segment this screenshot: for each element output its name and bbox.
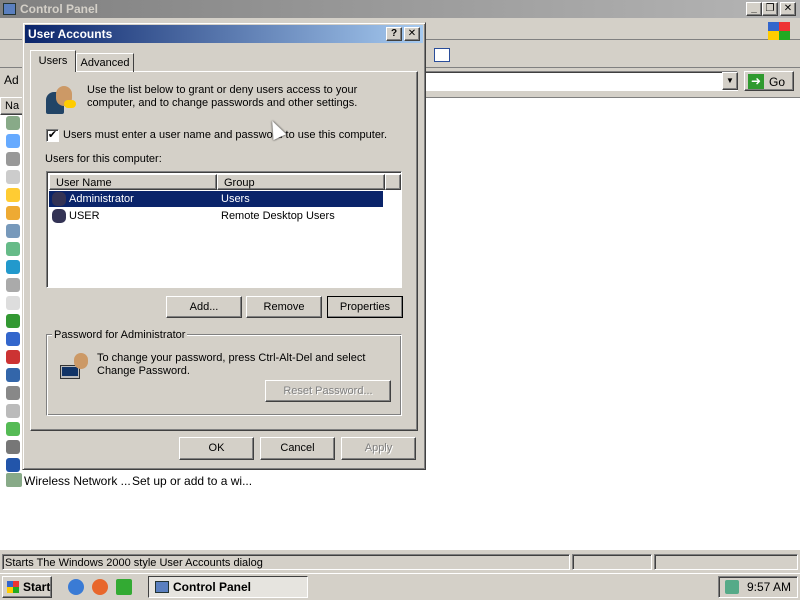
remove-button[interactable]: Remove (246, 296, 322, 318)
column-header-username[interactable]: User Name (49, 174, 217, 190)
must-login-checkbox[interactable]: ✔ (46, 129, 59, 142)
user-row-user[interactable]: USER Remote Desktop Users (49, 208, 383, 224)
applet-icon[interactable] (6, 188, 20, 202)
apply-button: Apply (341, 437, 416, 460)
applet-icon[interactable] (6, 260, 20, 274)
wireless-description: Set up or add to a wi... (132, 474, 253, 488)
applet-icon[interactable] (6, 278, 20, 292)
wireless-name: Wireless Network ... (24, 474, 131, 488)
column-header-filler (385, 174, 401, 190)
name-column-label: Na (5, 100, 20, 112)
user-name: Administrator (69, 193, 134, 205)
go-button[interactable]: ➜ Go (744, 71, 794, 91)
wireless-icon (6, 473, 22, 487)
restore-button[interactable]: ❐ (762, 2, 778, 16)
internet-explorer-icon[interactable] (68, 579, 84, 595)
windows-logo-icon (768, 22, 790, 40)
task-label: Control Panel (173, 580, 252, 594)
start-label: Start (23, 580, 51, 594)
applet-icon[interactable] (6, 332, 20, 346)
applet-icon[interactable] (6, 152, 20, 166)
applet-icon[interactable] (6, 134, 20, 148)
users-list-label: Users for this computer: (45, 153, 162, 165)
dialog-title: User Accounts (28, 27, 113, 41)
dialog-titlebar[interactable]: User Accounts (25, 25, 423, 43)
applet-icon[interactable] (6, 422, 20, 436)
start-button[interactable]: Start (2, 576, 52, 598)
network-tray-icon[interactable] (725, 580, 739, 594)
system-tray: 9:57 AM (718, 576, 798, 598)
cancel-button[interactable]: Cancel (260, 437, 335, 460)
applet-icon[interactable] (6, 368, 20, 382)
applet-icon[interactable] (6, 404, 20, 418)
properties-button[interactable]: Properties (327, 296, 403, 318)
show-desktop-icon[interactable] (116, 579, 132, 595)
must-login-label[interactable]: Users must enter a user name and passwor… (63, 129, 387, 141)
applet-icon[interactable] (6, 242, 20, 256)
clock[interactable]: 9:57 AM (747, 580, 791, 594)
views-icon[interactable] (434, 48, 450, 62)
firefox-icon[interactable] (92, 579, 108, 595)
applet-icon[interactable] (6, 458, 20, 472)
users-keys-icon (44, 84, 78, 116)
user-icon (52, 192, 66, 206)
help-button[interactable]: ? (386, 27, 402, 41)
windows-flag-icon (7, 581, 19, 593)
go-label: Go (769, 75, 786, 89)
close-button[interactable]: ✕ (780, 2, 796, 16)
users-list[interactable]: User Name Group (46, 171, 402, 288)
add-button[interactable]: Add... (166, 296, 242, 318)
status-text: Starts The Windows 2000 style User Accou… (2, 554, 570, 570)
window-title: Control Panel (20, 2, 99, 16)
user-group: Users (221, 193, 250, 205)
address-dropdown-button[interactable]: ▼ (722, 72, 738, 90)
applet-icon[interactable] (6, 116, 20, 130)
user-group: Remote Desktop Users (221, 210, 335, 222)
address-label: Ad (4, 73, 19, 87)
tab-users[interactable]: Users (30, 50, 76, 72)
control-panel-titlebar: Control Panel _ ❐ ✕ (0, 0, 800, 18)
password-instructions: To change your password, press Ctrl-Alt-… (97, 352, 366, 377)
wireless-network-item[interactable]: Wireless Network ... Set up or add to a … (4, 473, 264, 489)
reset-password-button: Reset Password... (265, 380, 391, 402)
tab-advanced[interactable]: Advanced (76, 53, 134, 72)
applet-icon[interactable] (6, 224, 20, 238)
user-name: USER (69, 210, 100, 222)
applet-icon[interactable] (6, 440, 20, 454)
applet-icon[interactable] (6, 386, 20, 400)
control-panel-icon (3, 3, 16, 15)
dialog-close-button[interactable]: ✕ (404, 27, 420, 41)
applet-icon[interactable] (6, 206, 20, 220)
ok-button[interactable]: OK (179, 437, 254, 460)
applet-icon-column (2, 114, 24, 474)
user-icon (52, 209, 66, 223)
applet-icon[interactable] (6, 296, 20, 310)
status-cell (572, 554, 652, 570)
column-header-group[interactable]: Group (217, 174, 385, 190)
status-cell (654, 554, 798, 570)
taskbar-control-panel-button[interactable]: Control Panel (148, 576, 308, 598)
applet-icon[interactable] (6, 350, 20, 364)
applet-icon[interactable] (6, 314, 20, 328)
user-row-administrator[interactable]: Administrator Users (49, 191, 383, 207)
password-group-label: Password for Administrator (52, 329, 188, 341)
intro-text: Use the list below to grant or deny user… (87, 84, 358, 109)
computer-user-icon (58, 351, 92, 383)
control-panel-icon (155, 581, 169, 593)
minimize-button[interactable]: _ (746, 2, 762, 16)
applet-icon[interactable] (6, 170, 20, 184)
go-arrow-icon: ➜ (748, 74, 764, 89)
